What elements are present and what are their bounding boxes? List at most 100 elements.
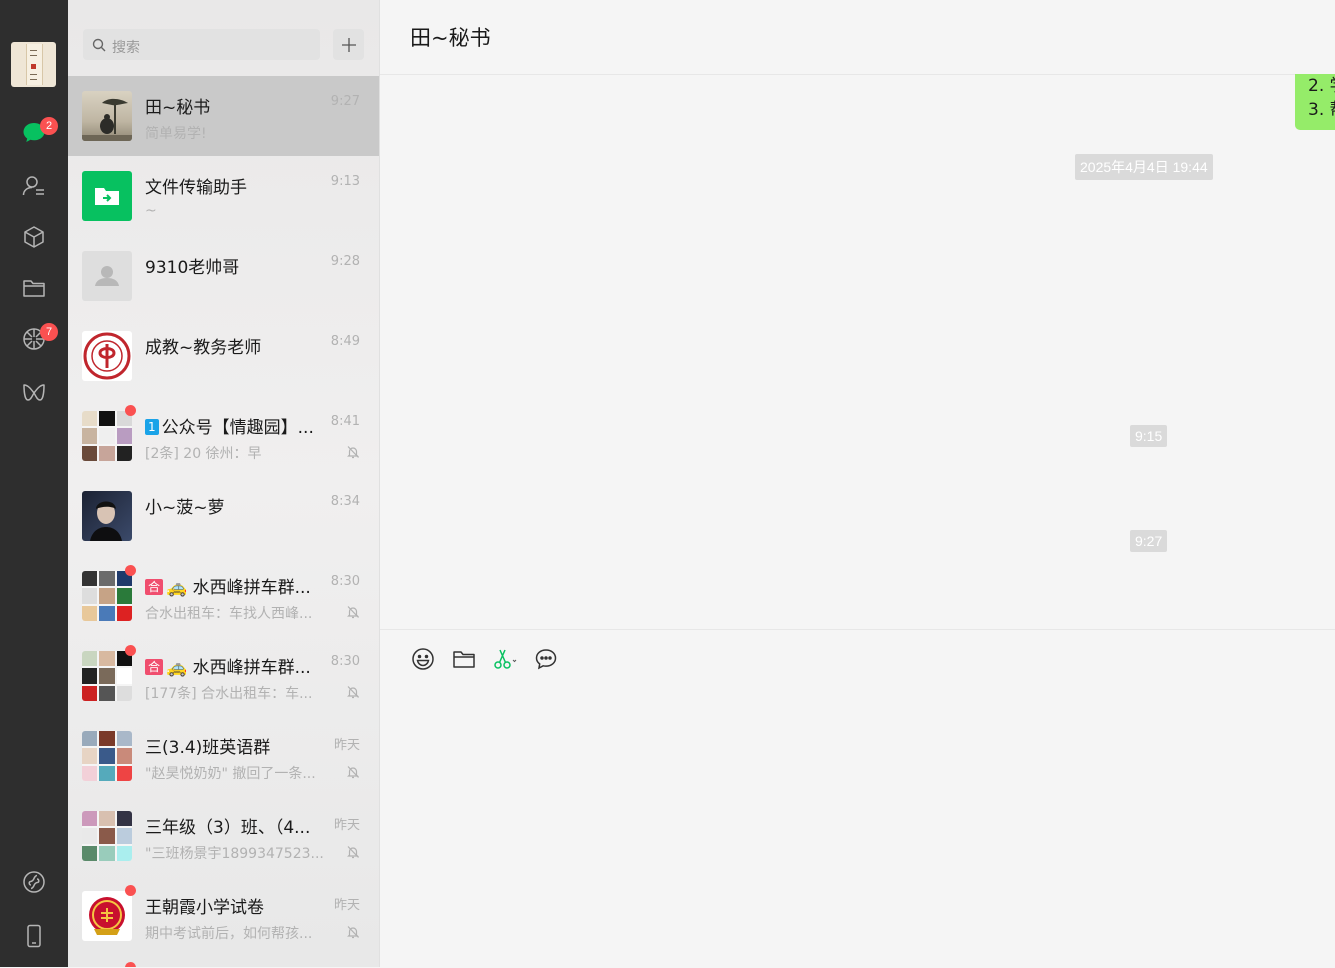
chat-time: 8:30 xyxy=(330,654,360,669)
chat-name: 田~秘书 xyxy=(145,98,211,118)
chat-item-test-papers[interactable]: 王朝霞小学试卷 昨天 期中考试前后，如何帮孩... xyxy=(68,876,379,956)
left-nav: 2 7 xyxy=(0,0,68,967)
mute-bell-icon xyxy=(347,686,359,699)
chat-history-button[interactable] xyxy=(533,646,559,672)
default-user-icon xyxy=(95,266,119,286)
chat-item-xiaoboluo[interactable]: 小~菠~萝 8:34 xyxy=(68,476,379,556)
chat-name: 成教~教务老师 xyxy=(145,338,262,358)
nav-moments-button[interactable]: 7 xyxy=(19,323,58,354)
message-line: 2. 学 xyxy=(1308,76,1335,96)
chat-time: 8:30 xyxy=(330,574,360,589)
chat-item-grade3-class-group[interactable]: 三年级（3）班、（4... 昨天 "三班杨景宇1899347523... xyxy=(68,796,379,876)
chat-name: 小~菠~萝 xyxy=(145,498,225,518)
message-timestamp: 9:27 xyxy=(1130,530,1168,552)
chat-preview: ~ xyxy=(145,203,157,219)
chat-item-file-transfer[interactable]: 文件传输助手 9:13 ~ xyxy=(68,156,379,236)
phone-icon xyxy=(27,924,41,948)
emoji-icon xyxy=(412,648,434,670)
plus-icon xyxy=(341,37,356,52)
outgoing-message-bubble[interactable]: 2. 学 3. 帮 xyxy=(1295,74,1335,130)
scissors-icon xyxy=(494,649,517,669)
message-timestamp: 9:15 xyxy=(1130,425,1168,447)
unread-dot xyxy=(125,885,136,896)
group-avatar-grid xyxy=(82,571,132,621)
chat-avatar xyxy=(82,251,132,301)
chat-preview: 简单易学! xyxy=(145,126,207,142)
chat-time: 9:27 xyxy=(330,94,360,109)
chat-preview: "三班杨景宇1899347523... xyxy=(145,846,324,862)
search-placeholder: 搜索 xyxy=(112,40,140,56)
emoji-button[interactable] xyxy=(410,646,436,672)
conversation-panel: 田~秘书 2. 学 3. 帮 2025年4月4日 19:44 9:15 9:27 xyxy=(380,0,1335,968)
nav-contacts-button[interactable] xyxy=(19,171,49,201)
avatar-ink-mark xyxy=(30,50,37,51)
file-transfer-icon xyxy=(95,188,119,205)
chat-preview: 合水出租车：车找人西峰... xyxy=(145,606,313,622)
unread-dot xyxy=(125,405,136,416)
chat-item-tian-secretary[interactable]: 田~秘书 9:27 简单易学! xyxy=(68,76,379,156)
nav-favorites-button[interactable] xyxy=(19,222,49,252)
chat-name: 合 🚕 水西峰拼车群... xyxy=(145,653,325,678)
avatar-seal xyxy=(31,64,36,69)
contacts-icon xyxy=(22,176,44,196)
message-input-area[interactable] xyxy=(380,629,1335,968)
chat-item-english-class-group[interactable]: 三(3.4)班英语群 昨天 "赵昊悦奶奶" 撤回了一条... xyxy=(68,716,379,796)
chat-avatar xyxy=(82,891,132,941)
chat-avatar xyxy=(82,811,132,861)
chat-avatar xyxy=(82,491,132,541)
chat-preview: [177条] 合水出租车：车... xyxy=(145,686,313,702)
channels-icon xyxy=(23,384,45,401)
chat-time: 8:41 xyxy=(330,414,360,429)
mute-bell-icon xyxy=(347,846,359,859)
chats-unread-badge: 2 xyxy=(40,117,58,135)
avatar-ink-mark xyxy=(30,74,37,75)
avatar-ink-mark xyxy=(30,55,37,56)
chat-preview: 期中考试前后，如何帮孩... xyxy=(145,926,313,942)
chat-avatar xyxy=(82,331,132,381)
chat-list-panel: 搜索 田~秘书 9:27 简单易学! 文件传输助手 9:13 ~ 9310老帅哥… xyxy=(68,0,379,967)
nav-phone-button[interactable] xyxy=(19,921,49,951)
search-input[interactable]: 搜索 xyxy=(83,29,320,60)
nav-files-button[interactable] xyxy=(19,273,49,303)
chat-item-official-account[interactable]: 1 公众号【情趣园】... 8:41 [2条] 20 徐州：早 xyxy=(68,396,379,476)
chat-time: 昨天 xyxy=(333,738,360,753)
mini-programs-icon xyxy=(23,871,45,893)
mute-bell-icon xyxy=(347,606,359,619)
screenshot-button[interactable] xyxy=(492,646,518,672)
conversation-title: 田~秘书 xyxy=(410,26,491,50)
red-seal-logo-icon xyxy=(89,897,125,935)
chat-time: 9:13 xyxy=(330,174,360,189)
message-line: 3. 帮 xyxy=(1308,100,1335,120)
chat-item-academic-teacher[interactable]: 成教~教务老师 8:49 xyxy=(68,316,379,396)
nav-mini-programs-button[interactable] xyxy=(19,867,49,897)
send-file-button[interactable] xyxy=(451,646,477,672)
add-button[interactable] xyxy=(333,29,364,60)
files-icon xyxy=(23,280,45,297)
user-avatar[interactable] xyxy=(11,42,56,87)
group-avatar-grid xyxy=(82,811,132,861)
folder-icon xyxy=(453,651,475,668)
group-avatar-grid xyxy=(82,411,132,461)
message-timestamp: 2025年4月4日 19:44 xyxy=(1075,154,1213,180)
unread-dot xyxy=(125,565,136,576)
chat-item-9310[interactable]: 9310老帅哥 9:28 xyxy=(68,236,379,316)
chat-time: 8:34 xyxy=(330,494,360,509)
university-emblem-icon xyxy=(83,332,131,380)
chat-item-carpool-group-2[interactable]: 合 🚕 水西峰拼车群... 8:30 [177条] 合水出租车：车... xyxy=(68,636,379,716)
avatar-ink-mark xyxy=(30,79,37,80)
mute-bell-icon xyxy=(347,446,359,459)
chat-name: 三(3.4)班英语群 xyxy=(145,738,271,758)
nav-chats-button[interactable]: 2 xyxy=(19,117,58,148)
nav-channels-button[interactable] xyxy=(19,378,49,408)
chat-item-carpool-group-1[interactable]: 合 🚕 水西峰拼车群... 8:30 合水出租车：车找人西峰... xyxy=(68,556,379,636)
group-avatar-grid xyxy=(82,651,132,701)
chat-name: 9310老帅哥 xyxy=(145,258,240,278)
chat-name: 文件传输助手 xyxy=(145,178,247,198)
moments-unread-badge: 7 xyxy=(40,323,58,341)
chat-avatar xyxy=(82,651,132,701)
search-icon xyxy=(92,38,106,52)
official-account-badge: 1 xyxy=(145,419,159,435)
group-tag-icon: 合 xyxy=(145,579,164,595)
chat-time: 昨天 xyxy=(333,818,360,833)
group-tag-icon: 合 xyxy=(145,659,164,675)
